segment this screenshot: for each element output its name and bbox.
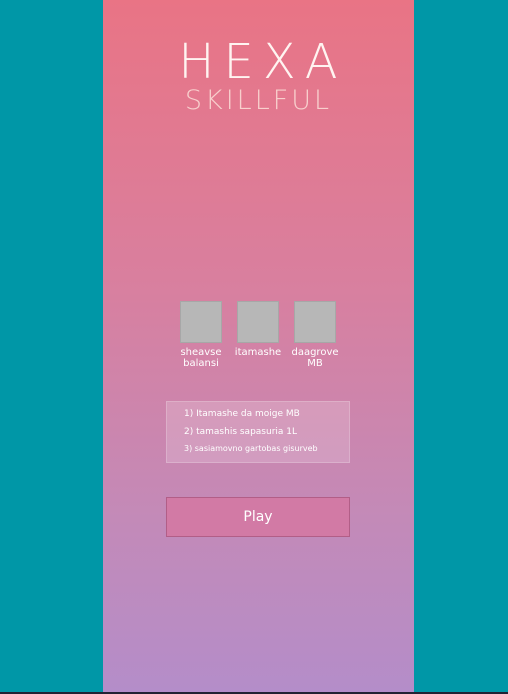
balance-label: sheavse balansi xyxy=(180,347,222,369)
app-background: HEXA SKILLFUL sheavse balansi itamashe d… xyxy=(0,0,508,694)
game-logo: HEXA SKILLFUL xyxy=(103,36,414,116)
win-tile[interactable]: daagrove MB xyxy=(288,301,342,369)
rule-item: 1) Itamashe da moige MB xyxy=(184,409,300,419)
stats-tiles: sheavse balansi itamashe daagrove MB xyxy=(180,301,340,381)
play-box xyxy=(237,301,279,343)
rule-item: 2) tamashis sapasuria 1L xyxy=(184,427,298,437)
logo-subtitle: SKILLFUL xyxy=(184,85,333,116)
rules-panel: 1) Itamashe da moige MB 2) tamashis sapa… xyxy=(166,401,350,463)
logo-title: HEXA xyxy=(178,34,347,90)
win-box xyxy=(294,301,336,343)
balance-box xyxy=(180,301,222,343)
win-label: daagrove MB xyxy=(291,347,339,369)
play-tile-label: itamashe xyxy=(234,347,282,358)
rule-item: 3) sasiamovno gartobas gisurveb xyxy=(184,444,318,453)
play-button[interactable]: Play xyxy=(166,497,350,537)
balance-tile[interactable]: sheavse balansi xyxy=(174,301,228,369)
game-screen: HEXA SKILLFUL sheavse balansi itamashe d… xyxy=(103,0,414,692)
play-tile[interactable]: itamashe xyxy=(231,301,285,358)
